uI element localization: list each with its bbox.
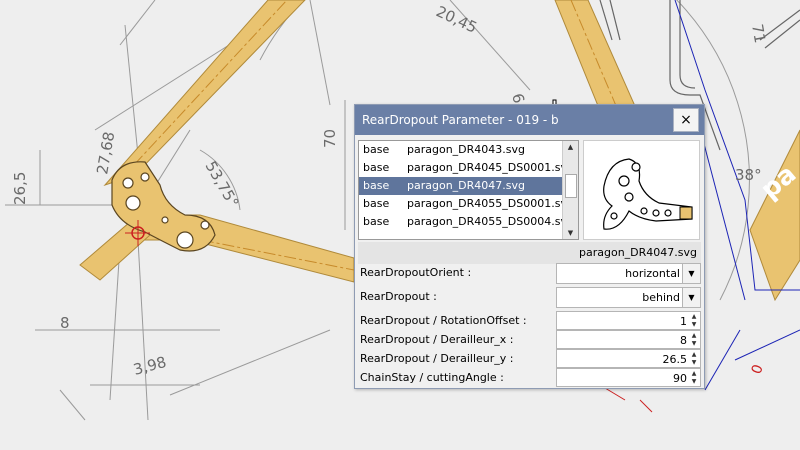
param-row-position: RearDropout : behind ▼ <box>358 287 701 308</box>
scroll-up-icon[interactable]: ▲ <box>563 141 578 153</box>
param-label: RearDropout / Derailleur_x : <box>360 333 514 346</box>
scroll-down-icon[interactable]: ▼ <box>563 227 578 239</box>
dialog-title: RearDropout Parameter - 019 - b <box>362 113 559 127</box>
chevron-down-icon[interactable]: ▼ <box>682 264 700 283</box>
rotation-offset-spinbox[interactable]: 1 ▲ ▼ <box>556 311 701 330</box>
file-type: base <box>363 179 390 192</box>
param-label: ChainStay / cuttingAngle : <box>360 371 504 384</box>
dropout-preview-icon <box>603 158 693 230</box>
list-item[interactable]: base paragon_DR4055_DS0004.svg <box>359 213 574 231</box>
param-label: RearDropout : <box>360 290 437 303</box>
list-item-selected[interactable]: base paragon_DR4047.svg <box>359 177 563 195</box>
spin-up-icon[interactable]: ▲ <box>689 351 699 359</box>
scroll-thumb[interactable] <box>565 174 577 198</box>
selected-file-label: paragon_DR4047.svg <box>579 246 697 259</box>
file-name: paragon_DR4047.svg <box>407 179 525 192</box>
position-value: behind <box>642 291 680 304</box>
spin-down-icon[interactable]: ▼ <box>689 340 699 348</box>
spin-up-icon[interactable]: ▲ <box>689 370 699 378</box>
dropout-preview <box>583 140 700 240</box>
file-name: paragon_DR4055_DS0004.svg <box>407 215 574 228</box>
file-name: paragon_DR4045_DS0001.svg <box>407 161 574 174</box>
rear-dropout-parameter-dialog: RearDropout Parameter - 019 - b × base p… <box>354 104 705 389</box>
selected-file-bar: paragon_DR4047.svg <box>358 242 701 264</box>
file-name: paragon_DR4055_DS0001.svg <box>407 197 574 210</box>
list-scrollbar[interactable]: ▲ ▼ <box>562 141 578 239</box>
list-item[interactable]: base paragon_DR4055_DS0001.svg <box>359 195 574 213</box>
close-button[interactable]: × <box>673 108 699 132</box>
derailleur-x-spinbox[interactable]: 8 ▲ ▼ <box>556 330 701 349</box>
spin-down-icon[interactable]: ▼ <box>689 378 699 386</box>
spin-up-icon[interactable]: ▲ <box>689 313 699 321</box>
derailleur-y-spinbox[interactable]: 26.5 ▲ ▼ <box>556 349 701 368</box>
dialog-titlebar[interactable]: RearDropout Parameter - 019 - b × <box>355 105 704 135</box>
param-label: RearDropout / Derailleur_y : <box>360 352 514 365</box>
param-label: RearDropoutOrient : <box>360 266 472 279</box>
file-type: base <box>363 215 390 228</box>
position-select[interactable]: behind ▼ <box>556 287 701 308</box>
spin-down-icon[interactable]: ▼ <box>689 359 699 367</box>
list-item[interactable]: base paragon_DR4043.svg <box>359 141 563 159</box>
file-type: base <box>363 197 390 210</box>
rotation-offset-value: 1 <box>680 315 687 328</box>
param-row-derailleur-x: RearDropout / Derailleur_x : 8 ▲ ▼ <box>358 330 701 349</box>
file-type: base <box>363 161 390 174</box>
derailleur-x-value: 8 <box>680 334 687 347</box>
file-name: paragon_DR4043.svg <box>407 143 525 156</box>
param-row-cutting-angle: ChainStay / cuttingAngle : 90 ▲ ▼ <box>358 368 701 387</box>
dim-label-38: 38° <box>735 166 762 184</box>
cutting-angle-value: 90 <box>673 372 687 385</box>
chevron-down-icon[interactable]: ▼ <box>682 288 700 307</box>
param-row-rotation: RearDropout / RotationOffset : 1 ▲ ▼ <box>358 311 701 330</box>
orient-select[interactable]: horizontal ▼ <box>556 263 701 284</box>
orient-value: horizontal <box>625 267 680 280</box>
param-row-orient: RearDropoutOrient : horizontal ▼ <box>358 263 701 284</box>
param-label: RearDropout / RotationOffset : <box>360 314 527 327</box>
dim-label-71: 71 <box>748 23 769 45</box>
file-type: base <box>363 143 390 156</box>
file-list[interactable]: base paragon_DR4043.svg base paragon_DR4… <box>358 140 579 240</box>
list-item[interactable]: base paragon_DR4045_DS0001.svg <box>359 159 574 177</box>
dim-label-70: 70 <box>321 129 339 148</box>
derailleur-y-value: 26.5 <box>662 353 688 366</box>
spin-down-icon[interactable]: ▼ <box>689 321 699 329</box>
dim-label-8: 8 <box>60 314 70 332</box>
spin-up-icon[interactable]: ▲ <box>689 332 699 340</box>
cutting-angle-spinbox[interactable]: 90 ▲ ▼ <box>556 368 701 387</box>
dim-label-26-5: 26,5 <box>11 172 29 205</box>
param-row-derailleur-y: RearDropout / Derailleur_y : 26.5 ▲ ▼ <box>358 349 701 368</box>
